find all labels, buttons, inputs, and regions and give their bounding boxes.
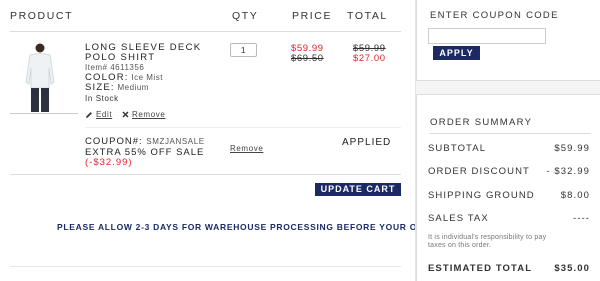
column-header-price: PRICE — [292, 10, 333, 22]
estimated-total-value: $35.00 — [554, 263, 590, 274]
footer-divider — [10, 266, 401, 267]
quantity-input[interactable]: 1 — [230, 43, 257, 57]
thumbnail-underline — [10, 113, 78, 114]
color-value: Ice Mist — [131, 73, 163, 82]
edit-label: Edit — [96, 110, 113, 119]
edit-link[interactable]: Edit — [85, 110, 112, 119]
coupon-label: COUPON#: — [85, 136, 143, 147]
tax-note: It is individual's responsibility to pay… — [428, 234, 547, 249]
remove-coupon-link[interactable]: Remove — [230, 144, 263, 153]
summary-row-estimated-total: ESTIMATED TOTAL $35.00 — [428, 263, 590, 274]
stock-status: In Stock — [85, 94, 119, 103]
summary-row-shipping: SHIPPING GROUND $8.00 — [428, 190, 590, 201]
estimated-total-label: ESTIMATED TOTAL — [428, 263, 533, 274]
size-label: SIZE: — [85, 82, 115, 93]
discount-value: - $32.99 — [546, 166, 590, 177]
column-header-total: TOTAL — [347, 10, 388, 22]
applied-coupon: COUPON#: SMZJANSALE EXTRA 55% OFF SALE (… — [85, 136, 210, 169]
size-value: Medium — [117, 83, 149, 92]
cart-panel: PRODUCT QTY PRICE TOTAL LONG SLEEVE DECK… — [0, 0, 478, 281]
update-cart-button[interactable]: UPDATE CART — [315, 183, 401, 196]
coupon-discount: (-$32.99) — [85, 157, 133, 168]
shipping-value: $8.00 — [560, 190, 590, 201]
summary-row-subtotal: SUBTOTAL $59.99 — [428, 143, 590, 154]
product-name[interactable]: LONG SLEEVE DECK POLO SHIRT — [85, 43, 205, 63]
item-divider — [85, 127, 401, 128]
summary-row-discount: ORDER DISCOUNT - $32.99 — [428, 166, 590, 177]
coupon-code: SMZJANSALE — [146, 137, 205, 146]
coupon-status: APPLIED — [342, 137, 392, 148]
size-line: SIZE: Medium — [85, 82, 149, 93]
column-header-qty: QTY — [232, 10, 259, 22]
order-summary-box: ORDER SUMMARY — [416, 94, 600, 281]
discount-label: ORDER DISCOUNT — [428, 166, 530, 177]
product-thumbnail[interactable] — [18, 42, 62, 114]
coupon-code-input[interactable] — [428, 28, 546, 44]
remove-item-link[interactable]: Remove — [122, 110, 165, 119]
column-header-product: PRODUCT — [10, 10, 74, 22]
line-total: $27.00 — [353, 53, 386, 64]
coupon-description: EXTRA 55% OFF SALE — [85, 146, 205, 158]
coupon-title: ENTER COUPON CODE — [430, 10, 559, 21]
coupon-divider — [10, 174, 401, 175]
subtotal-label: SUBTOTAL — [428, 143, 487, 154]
item-number: Item# 4611356 — [85, 63, 145, 72]
remove-label: Remove — [132, 110, 166, 119]
summary-divider — [429, 133, 591, 134]
shipping-label: SHIPPING GROUND — [428, 190, 535, 201]
header-divider — [10, 31, 401, 32]
subtotal-value: $59.99 — [554, 143, 590, 154]
close-x-icon — [122, 111, 129, 118]
order-summary-title: ORDER SUMMARY — [430, 117, 533, 128]
tax-value: ---- — [572, 213, 590, 224]
pencil-icon — [86, 111, 92, 118]
original-price: $69.50 — [291, 53, 324, 64]
tax-label: SALES TAX — [428, 213, 489, 224]
summary-row-tax: SALES TAX ---- — [428, 213, 590, 224]
apply-coupon-button[interactable]: APPLY — [433, 46, 480, 60]
